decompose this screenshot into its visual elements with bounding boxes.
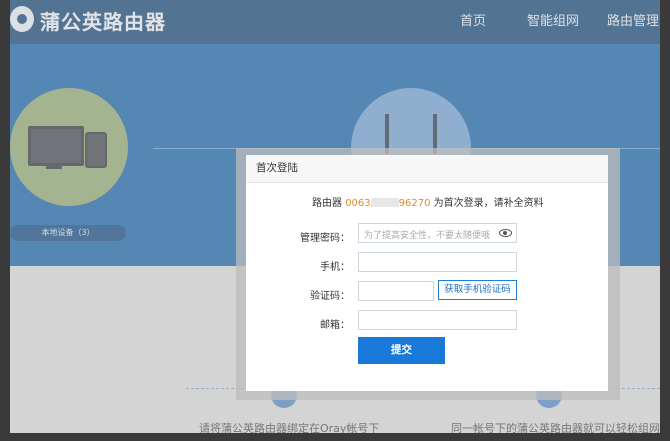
email-label: 邮箱： (320, 320, 350, 331)
dialog-title: 首次登陆 (246, 155, 608, 183)
first-login-dialog: 首次登陆 路由器 0063 96270 为首次登录，请补全资料 管理密码： 为了提… (246, 155, 608, 391)
account-start: 0063 (345, 198, 371, 209)
password-placeholder: 为了提高安全性，不要太随便哦 (364, 231, 491, 241)
app-window: 蒲公英路由器 首页 智能组网 路由管理 本地设备（3） 请将蒲公英路由器绑定在O… (10, 0, 660, 433)
info-prefix: 路由器 (312, 198, 346, 209)
get-sms-code-button[interactable]: 获取手机验证码 (438, 280, 517, 300)
password-field[interactable]: 为了提高安全性，不要太随便哦 (358, 223, 517, 243)
eye-icon[interactable] (499, 229, 512, 237)
submit-button[interactable]: 提交 (358, 337, 445, 364)
phone-field[interactable] (358, 252, 517, 272)
info-suffix: 为首次登录，请补全资料 (430, 198, 544, 209)
password-label: 管理密码： (300, 233, 350, 244)
code-label: 验证码： (310, 291, 350, 302)
verification-code-field[interactable] (358, 281, 434, 301)
phone-label: 手机： (320, 262, 350, 273)
account-mask (370, 198, 399, 207)
dialog-info: 路由器 0063 96270 为首次登录，请补全资料 (312, 194, 544, 209)
account-end: 96270 (398, 198, 431, 209)
email-field[interactable] (358, 310, 517, 330)
